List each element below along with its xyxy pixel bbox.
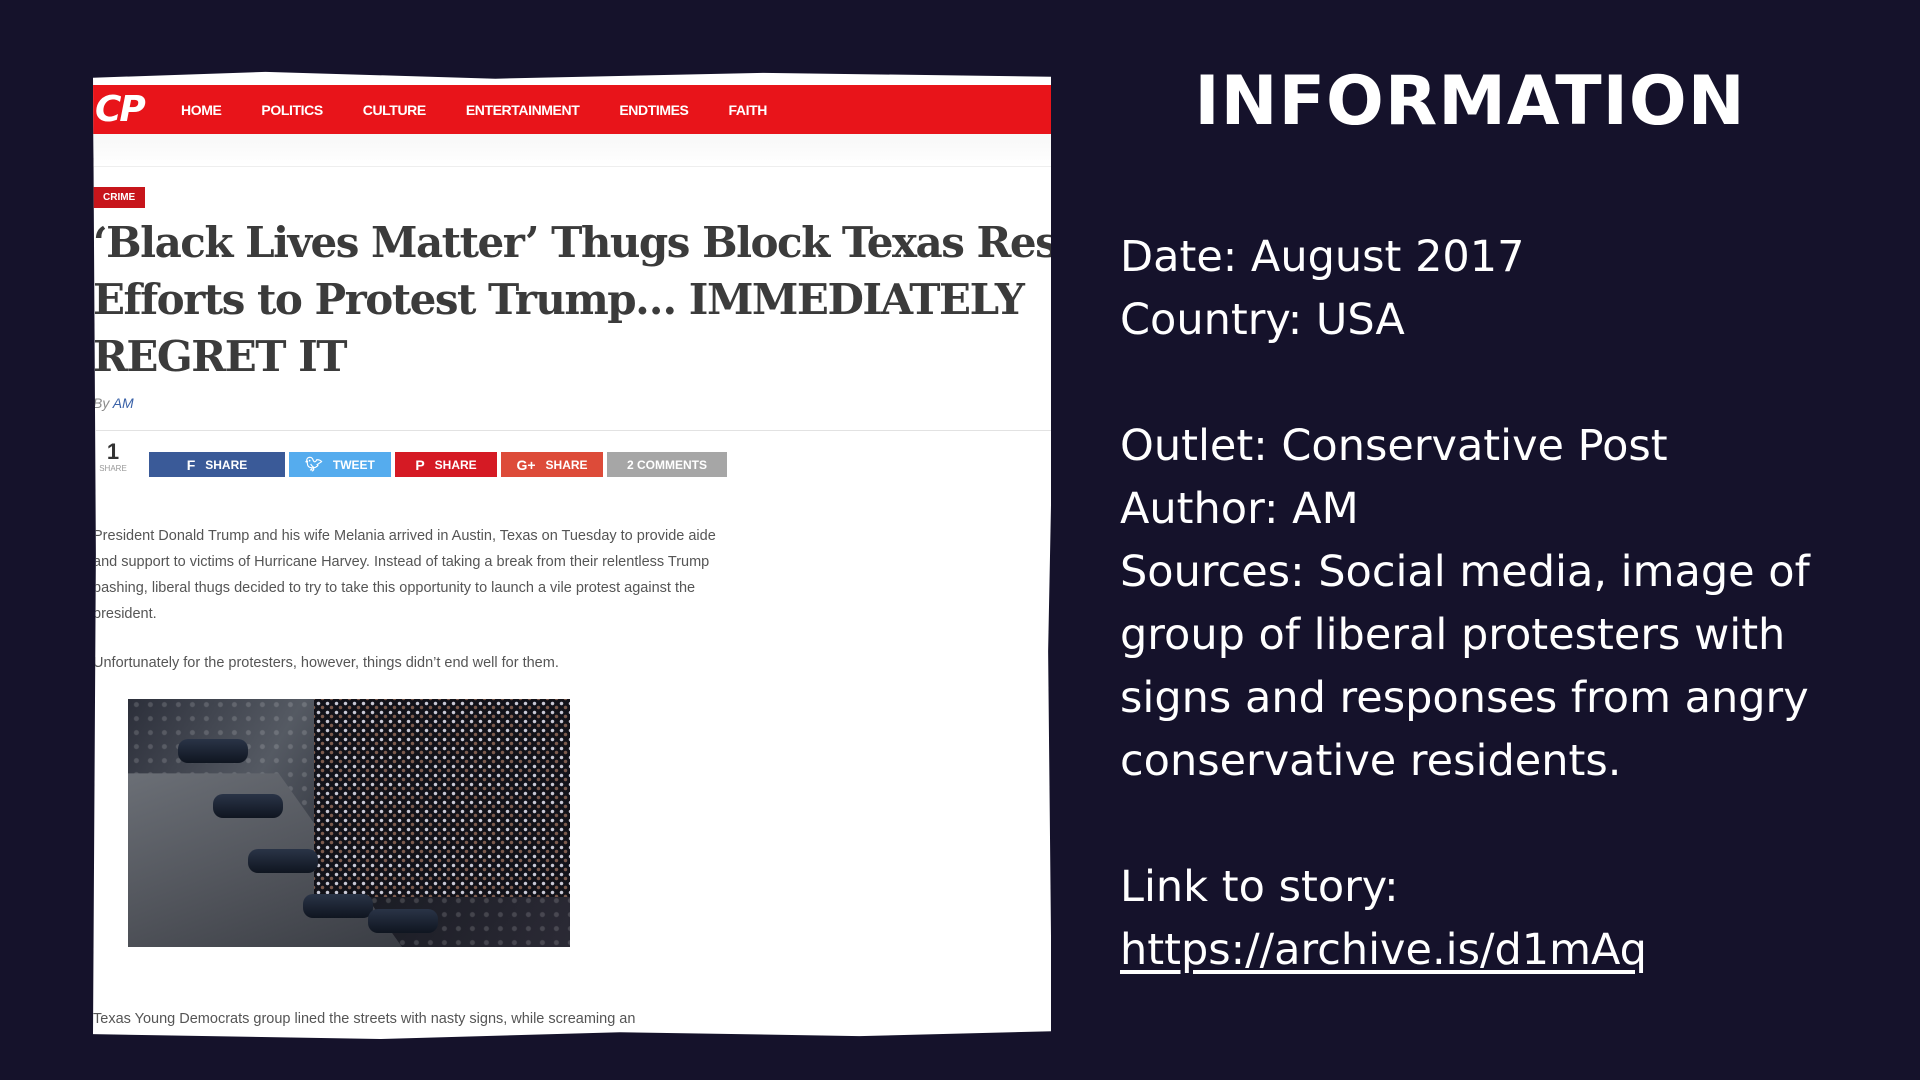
- site-navbar: CP HOME POLITICS CULTURE ENTERTAINMENT E…: [93, 85, 1051, 134]
- comments-label: 2 COMMENTS: [626, 457, 707, 472]
- share-count-number: 1: [106, 439, 120, 464]
- site-logo[interactable]: CP: [95, 89, 181, 130]
- pinterest-share-label: SHARE: [434, 457, 477, 472]
- photo-car: [178, 739, 248, 763]
- share-count: 1 SHARE: [98, 439, 128, 474]
- byline: By AM: [93, 395, 134, 411]
- googleplus-share-label: SHARE: [545, 457, 588, 472]
- share-count-label: SHARE: [99, 464, 127, 473]
- googleplus-share-button[interactable]: g+ SHARE: [501, 452, 603, 477]
- info-country: Country: USA: [1120, 295, 1405, 345]
- photo-crowd: [313, 699, 570, 898]
- pinterest-share-button[interactable]: p SHARE: [395, 452, 497, 477]
- nav-item-politics[interactable]: POLITICS: [261, 102, 323, 118]
- info-date: Date: August 2017: [1120, 232, 1525, 282]
- article-paragraph-3: Texas Young Democrats group lined the st…: [93, 1011, 636, 1027]
- info-outlet: Outlet: Conservative Post: [1120, 421, 1668, 471]
- photo-car: [213, 794, 283, 818]
- nav-menu: HOME POLITICS CULTURE ENTERTAINMENT ENDT…: [181, 102, 807, 118]
- share-buttons: f SHARE 🐦︎ TWEET p SHARE g+ SHARE 2 COMM…: [149, 452, 727, 477]
- headline-line-1: ‘Black Lives Matter’ Thugs Block Texas R…: [93, 218, 1051, 267]
- category-badge[interactable]: CRIME: [93, 187, 146, 208]
- comments-button[interactable]: 2 COMMENTS: [607, 452, 727, 477]
- divider: [93, 430, 1051, 431]
- twitter-bird-icon: 🐦︎: [305, 456, 323, 472]
- byline-author[interactable]: AM: [113, 395, 134, 411]
- info-author: Author: AM: [1120, 484, 1359, 534]
- info-sources: Sources: Social media, image of group of…: [1120, 547, 1810, 786]
- facebook-share-label: SHARE: [205, 457, 248, 472]
- article-screenshot: CP HOME POLITICS CULTURE ENTERTAINMENT E…: [93, 71, 1051, 1040]
- byline-prefix: By: [93, 395, 110, 411]
- photo-car: [368, 909, 438, 933]
- twitter-tweet-label: TWEET: [332, 457, 375, 472]
- photo-car: [303, 894, 373, 918]
- nav-item-endtimes[interactable]: ENDTIMES: [619, 102, 689, 118]
- info-title: INFORMATION: [1194, 62, 1746, 141]
- article-headline: ‘Black Lives Matter’ Thugs Block Texas R…: [93, 214, 1051, 385]
- facebook-icon: f: [186, 456, 196, 473]
- googleplus-icon: g+: [516, 456, 536, 473]
- nav-item-faith[interactable]: FAITH: [729, 102, 768, 118]
- article-paragraph-2: Unfortunately for the protesters, howeve…: [93, 655, 559, 671]
- story-link[interactable]: https://archive.is/d1mAq: [1120, 919, 1840, 982]
- pinterest-icon: p: [415, 456, 425, 473]
- twitter-tweet-button[interactable]: 🐦︎ TWEET: [289, 452, 391, 477]
- headline-line-2: Efforts to Protest Trump… IMMEDIATELY: [93, 275, 1025, 324]
- headline-line-3: REGRET IT: [93, 332, 347, 381]
- nav-item-entertainment[interactable]: ENTERTAINMENT: [466, 102, 580, 118]
- article-paragraph-1: President Donald Trump and his wife Mela…: [93, 528, 716, 622]
- info-link-label: Link to story:: [1120, 862, 1399, 912]
- nav-item-home[interactable]: HOME: [181, 102, 222, 118]
- article-photo: [128, 699, 570, 947]
- sub-navbar: [93, 134, 1051, 167]
- photo-car: [248, 849, 318, 873]
- nav-item-culture[interactable]: CULTURE: [363, 102, 426, 118]
- facebook-share-button[interactable]: f SHARE: [149, 452, 285, 477]
